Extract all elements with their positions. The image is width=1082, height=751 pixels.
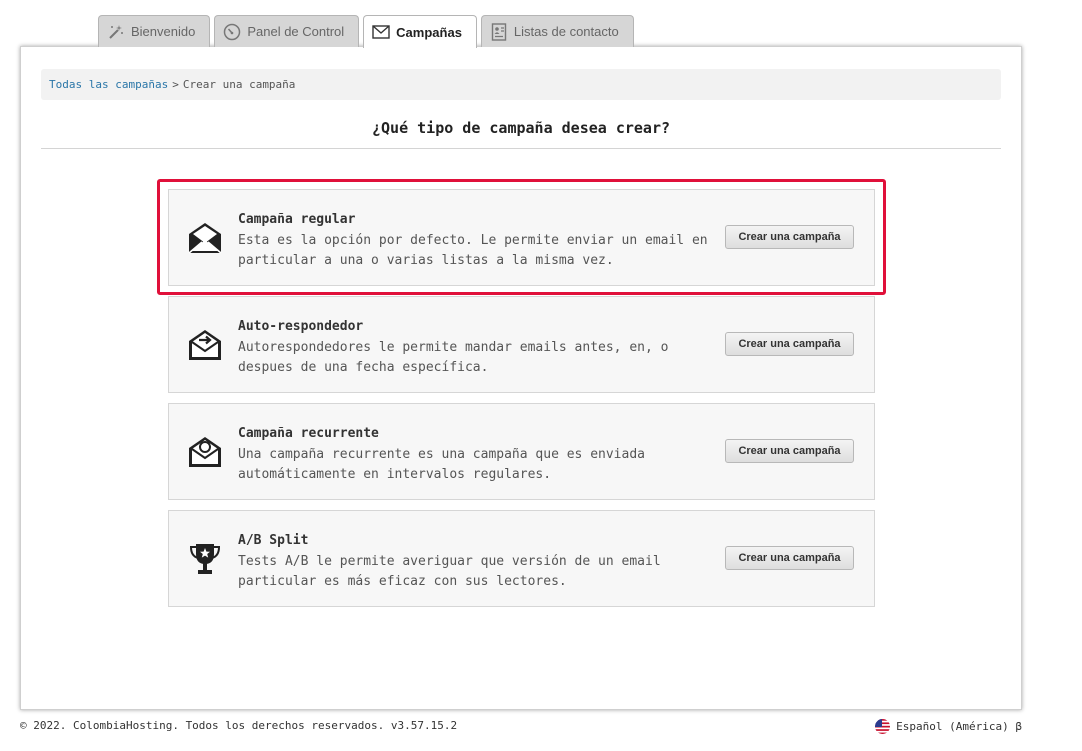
main-tabs: Bienvenido Panel de Control Campañas Lis…: [98, 15, 634, 48]
tab-label: Panel de Control: [247, 24, 345, 39]
option-card-autoresponder: Auto-respondedor Autorespondedores le pe…: [168, 296, 875, 393]
tab-label: Campañas: [396, 24, 462, 40]
option-title: A/B Split: [238, 533, 309, 548]
option-title: Campaña recurrente: [238, 426, 379, 441]
option-title: Auto-respondedor: [238, 319, 364, 334]
tab-listas-de-contacto[interactable]: Listas de contacto: [480, 15, 634, 47]
tab-label: Listas de contacto: [513, 24, 619, 39]
envelope-arrow-icon: [187, 327, 223, 363]
dashboard-gauge-icon: [223, 23, 241, 41]
breadcrumb-link-all-campaigns[interactable]: Todas las campañas: [49, 78, 168, 91]
main-panel: Todas las campañas > Crear una campaña ¿…: [20, 46, 1022, 710]
page-title: ¿Qué tipo de campaña desea crear?: [371, 119, 670, 137]
option-description: Una campaña recurrente es una campaña qu…: [238, 447, 645, 482]
us-flag-icon: [875, 719, 891, 734]
breadcrumb: Todas las campañas > Crear una campaña: [41, 69, 1001, 100]
option-card-recurring: Campaña recurrente Una campaña recurrent…: [168, 403, 875, 500]
campaign-type-options: Campaña regular Esta es la opción por de…: [168, 189, 875, 617]
open-envelope-icon: [187, 220, 223, 256]
magic-wand-icon: [107, 23, 125, 41]
trophy-icon: [187, 541, 223, 577]
option-title: Campaña regular: [238, 212, 356, 227]
footer-copyright: © 2022. ColombiaHosting. Todos los derec…: [20, 719, 458, 732]
tab-label: Bienvenido: [131, 24, 196, 39]
option-description: Tests A/B le permite averiguar que versi…: [238, 554, 661, 589]
option-description: Esta es la opción por defecto. Le permit…: [238, 233, 708, 268]
create-regular-campaign-button[interactable]: Crear una campaña: [725, 225, 854, 249]
envelope-recurring-icon: [187, 434, 223, 470]
breadcrumb-separator: >: [172, 78, 179, 91]
language-label: Español (América) β: [896, 720, 1022, 733]
option-card-regular: Campaña regular Esta es la opción por de…: [168, 189, 875, 286]
breadcrumb-current: Crear una campaña: [182, 78, 296, 91]
option-card-ab-split: A/B Split Tests A/B le permite averiguar…: [168, 510, 875, 607]
option-description: Autorespondedores le permite mandar emai…: [238, 340, 669, 375]
contact-list-icon: [490, 22, 508, 41]
create-autoresponder-button[interactable]: Crear una campaña: [725, 332, 854, 356]
language-selector[interactable]: Español (América) β: [875, 719, 1022, 734]
envelope-icon: [372, 23, 390, 41]
tab-bienvenido[interactable]: Bienvenido: [98, 15, 211, 47]
create-ab-split-button[interactable]: Crear una campaña: [725, 546, 854, 570]
tab-panel-de-control[interactable]: Panel de Control: [214, 15, 360, 47]
create-recurring-campaign-button[interactable]: Crear una campaña: [725, 439, 854, 463]
tab-campanas[interactable]: Campañas: [363, 15, 477, 48]
title-divider: [41, 148, 1001, 149]
